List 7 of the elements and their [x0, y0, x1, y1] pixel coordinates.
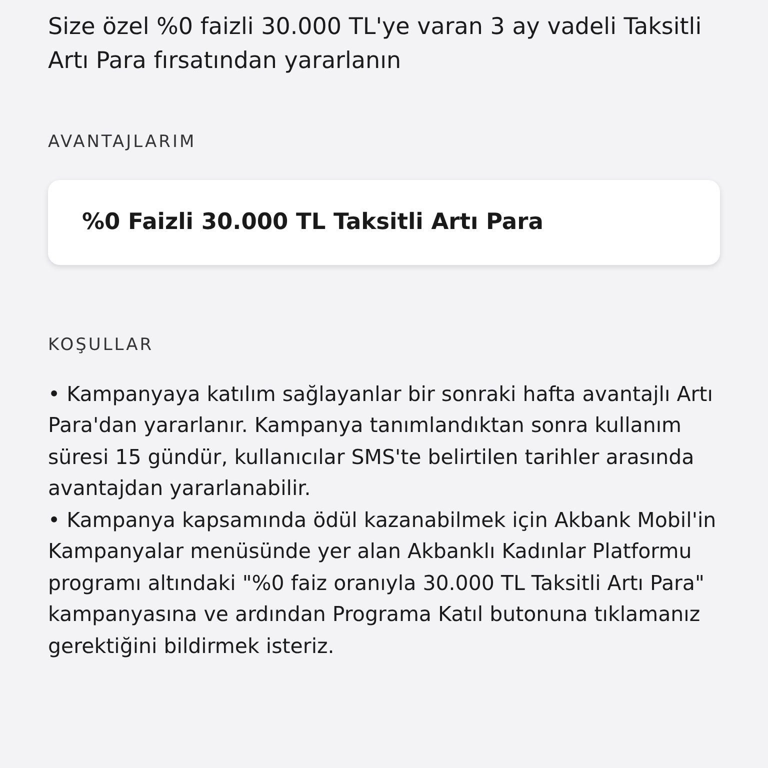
headline-text: Size özel %0 faizli 30.000 TL'ye varan 3 ay vadeli Taksitli Artı Para fırsatından yararlanın — [48, 13, 703, 76]
section-heading: KOŞULLAR — [48, 334, 155, 358]
condition-text: • Kampanyaya katılım sağlayanlar bir sonraki hafta avantajlı Artı Para'dan yararlanır. Kampanya tanımlandıktan sonra kullanım süresi 15 gündür, kullanıcılar SMS'te belirtilen tarihler arasında avantajdan yararlanabilir. — [48, 380, 714, 502]
advantage-card[interactable]: %0 Faizli 30.000 TL Taksitli Artı Para — [48, 180, 720, 266]
section-heading: AVANTAJLARIM — [48, 131, 198, 154]
advantage-title: %0 Faizli 30.000 TL Taksitli Artı Para — [82, 208, 544, 236]
condition-text: • Kampanya kapsamında ödül kazanabilmek için Akbank Mobil'in Kampanyalar menüsünde yer alan Akbanklı Kadınlar Platformu programı altındaki "%0 faiz oranıyla 30.000 TL Taksitli Artı Para" kampanyasına ve ardından Programa Katıl butonuna tıklamanız gerektiğini bildirmek isteriz. — [48, 506, 718, 660]
